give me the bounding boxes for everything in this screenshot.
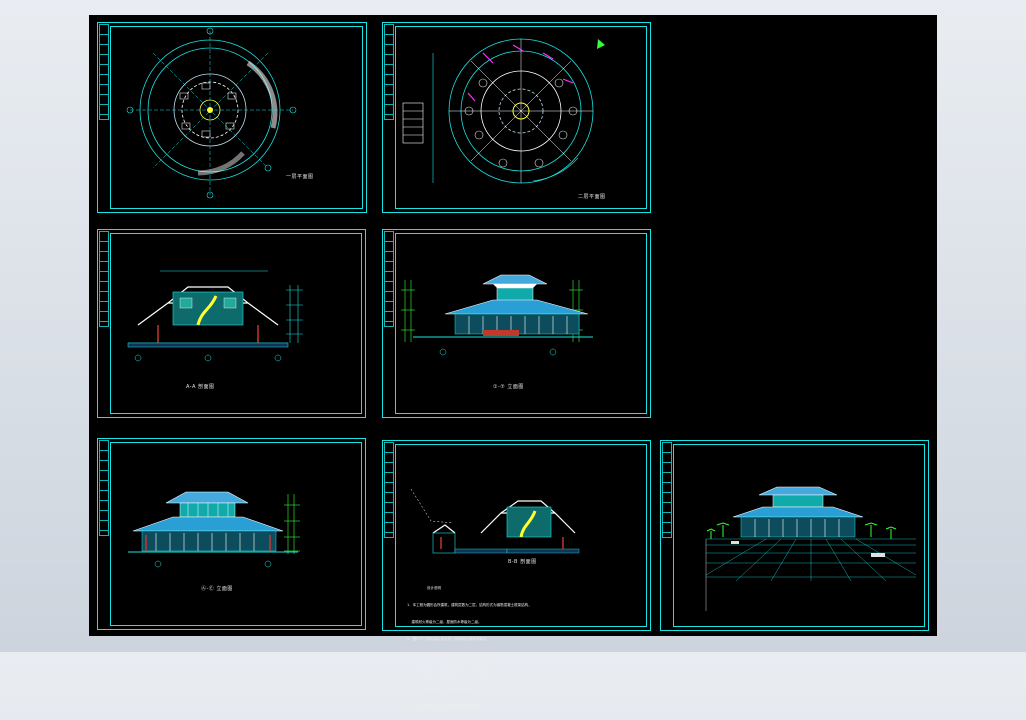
sheet-caption: Ⓐ-Ⓔ 立面图 <box>201 586 233 592</box>
notes-title: 设计说明 <box>427 586 441 591</box>
sheet-section-b[interactable]: B-B 剖面图 设计说明 1. 本工程为圆形会所建筑，建筑层数为二层，结构形式为… <box>382 440 651 708</box>
notes-line: 6. 未尽事宜按国家现行有关施工及验收规范执行。 <box>407 703 487 708</box>
sheet-caption: ①-⑦ 立面图 <box>493 384 524 390</box>
elevation-drawing <box>401 274 593 356</box>
sheet-elevation-front[interactable]: ①-⑦ 立面图 <box>382 229 651 418</box>
sheet-caption: B-B 剖面图 <box>508 559 537 565</box>
sheet-elevation-side[interactable]: Ⓐ-Ⓔ 立面图 <box>97 438 366 630</box>
notes-line: 3. 墙体采用轻质砌块，外墙面做法详见立面图所注。 <box>407 653 490 658</box>
elevation-drawing <box>128 491 300 568</box>
cad-viewport[interactable]: 一层平面图 二层平面图 A-A 剖面图 ①-⑦ 立面图 Ⓐ-Ⓔ 立面图 B-B … <box>89 15 937 708</box>
sheet-caption: A-A 剖面图 <box>186 384 215 390</box>
notes-line: 4. 屋面为坡屋面，琉璃瓦屋面，做法详见有关图集。 <box>407 670 490 675</box>
sheet-floor-plan-2[interactable]: 二层平面图 <box>382 22 651 213</box>
floor-plan-drawing <box>126 27 297 199</box>
sheet-caption: 二层平面图 <box>578 194 606 200</box>
floor-plan-drawing <box>402 38 605 184</box>
sheet-caption: 一层平面图 <box>286 174 314 180</box>
sheet-section-a[interactable]: A-A 剖面图 <box>97 229 366 418</box>
notes-line: 建筑耐火等级为二级，屋面防水等级为二级。 <box>407 619 482 624</box>
notes-line: 2. 图中尺寸除标高以米计外，其余均以毫米为单位。 <box>407 636 490 641</box>
perspective-drawing <box>705 486 917 611</box>
design-notes: 设计说明 1. 本工程为圆形会所建筑，建筑层数为二层，结构形式为钢筋混凝土框架结… <box>407 575 532 720</box>
notes-line: 5. 门窗尺寸详见门窗表，施工时应核对洞口尺寸。 <box>407 686 487 691</box>
section-drawing <box>127 270 303 362</box>
notes-line: 1. 本工程为圆形会所建筑，建筑层数为二层，结构形式为钢筋混凝土框架结构， <box>407 602 532 607</box>
sheet-floor-plan-1[interactable]: 一层平面图 <box>97 22 367 213</box>
sheet-perspective[interactable] <box>660 440 929 631</box>
